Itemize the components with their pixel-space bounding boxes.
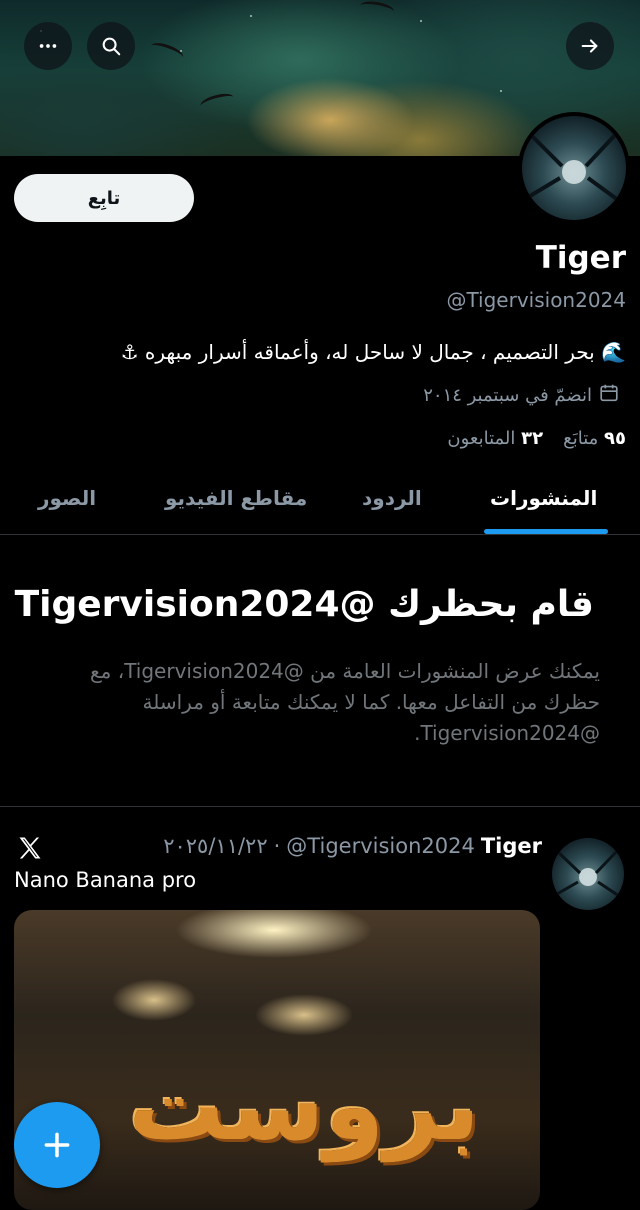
tweet-text: Nano Banana pro <box>14 868 197 892</box>
tweet-separator: · <box>273 834 281 858</box>
join-date: انضمّ في سبتمبر ٢٠١٤ <box>423 382 620 409</box>
profile-bio: 🌊 بحر التصميم ، جمال لا ساحل له، وأعماقه… <box>120 340 626 364</box>
search-icon <box>102 37 121 56</box>
banner-star <box>500 90 502 92</box>
tweet-date[interactable]: ٢٠٢٥/١١/٢٢ <box>163 834 267 858</box>
tweet-handle[interactable]: @Tigervision2024 <box>286 834 475 858</box>
tab-photos[interactable]: الصور <box>38 486 96 510</box>
profile-handle: @Tigervision2024 <box>446 288 626 312</box>
media-title-text: بروست <box>128 1050 480 1162</box>
x-logo-icon <box>19 837 41 859</box>
followers-count: ٣٢ <box>521 428 544 449</box>
profile-tabs: المنشورات الردود مقاطع الفيديو الصور <box>0 470 640 535</box>
back-button[interactable] <box>566 22 614 70</box>
divider <box>0 806 640 807</box>
profile-stats: ٩٥ متابَع ٣٢ المتابعون <box>447 428 626 449</box>
banner-bird <box>198 90 236 113</box>
tweet-header: ٢٠٢٥/١١/٢٢ · @Tigervision2024 Tiger <box>163 834 542 858</box>
tab-replies[interactable]: الردود <box>362 486 422 510</box>
join-date-text: انضمّ في سبتمبر ٢٠١٤ <box>423 385 592 406</box>
profile-avatar[interactable] <box>518 112 630 224</box>
tab-posts[interactable]: المنشورات <box>490 486 597 510</box>
plus-icon <box>44 1132 70 1158</box>
tweet-avatar[interactable] <box>552 838 624 910</box>
avatar-image <box>556 848 620 898</box>
active-tab-indicator <box>484 529 608 534</box>
more-button[interactable] <box>24 22 72 70</box>
banner-star <box>250 15 252 17</box>
search-button[interactable] <box>87 22 135 70</box>
avatar-image <box>528 132 620 202</box>
banner-star <box>420 20 422 22</box>
calendar-icon <box>598 382 620 409</box>
banner-bird <box>148 39 186 64</box>
tweet-author-name[interactable]: Tiger <box>481 834 542 858</box>
profile-name: Tiger <box>535 240 626 276</box>
following-label: متابَع <box>563 428 599 449</box>
follow-button[interactable]: تابِع <box>14 174 194 222</box>
followers-stat[interactable]: ٣٢ المتابعون <box>447 428 543 449</box>
arrow-right-icon <box>581 39 598 53</box>
tab-videos[interactable]: مقاطع الفيديو <box>165 486 307 510</box>
blocked-message: يمكنك عرض المنشورات العامة من @Tigervisi… <box>90 659 600 745</box>
blocked-title: قام بحظرك @Tigervision2024 <box>14 584 594 625</box>
banner-bird <box>359 0 395 18</box>
following-stat[interactable]: ٩٥ متابَع <box>563 428 626 449</box>
more-icon <box>39 44 57 48</box>
followers-label: المتابعون <box>447 428 516 449</box>
compose-button[interactable] <box>14 1102 100 1188</box>
following-count: ٩٥ <box>604 428 626 449</box>
